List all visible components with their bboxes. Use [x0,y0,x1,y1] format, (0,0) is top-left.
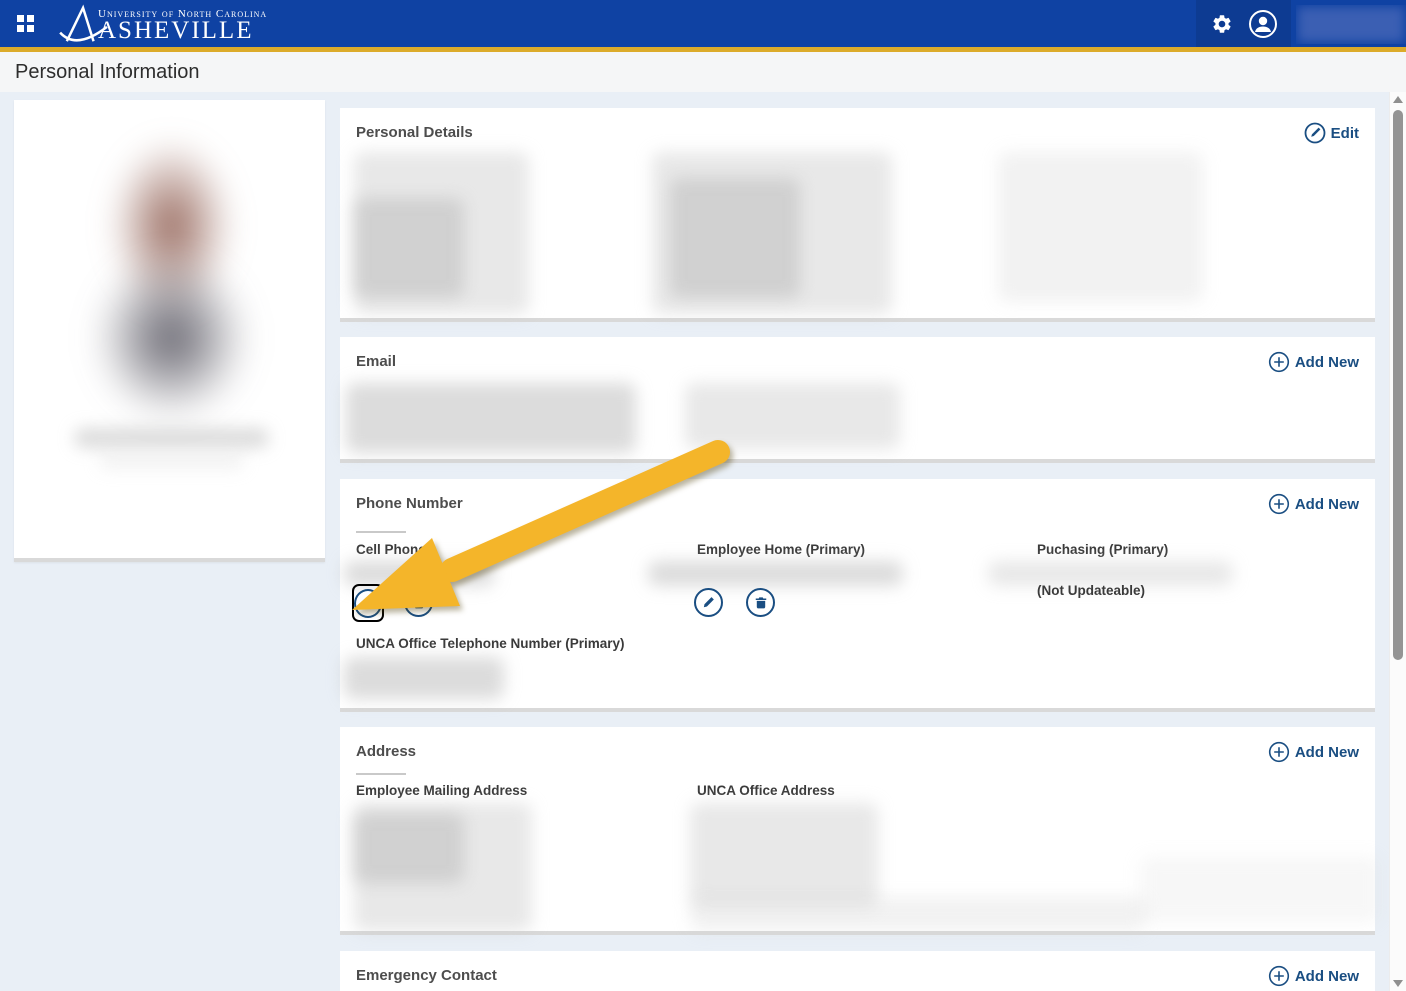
add-new-label: Add New [1295,968,1359,985]
redacted-phone-value [648,561,903,586]
section-title-personal-details: Personal Details [356,124,473,141]
app-window: University of North Carolina ASHEVILLE [0,0,1406,991]
redacted-field-group [998,152,1203,302]
redacted-name-line [74,428,269,448]
redacted-phone-value [344,657,504,699]
redacted-address [690,897,1145,931]
plus-circle-icon [1268,965,1290,987]
redacted-email [685,383,900,449]
section-divider [356,773,406,775]
section-title-emergency: Emergency Contact [356,967,497,984]
redacted-address [1140,857,1380,922]
trash-icon [412,596,426,610]
address-card: Address Add New Employee Mailing Address… [340,727,1375,935]
redacted-field-group [670,178,800,298]
section-title-email: Email [356,353,396,370]
unca-logo[interactable]: University of North Carolina ASHEVILLE [58,2,267,47]
address-label-office: UNCA Office Address [697,783,835,798]
edit-personal-details-button[interactable]: Edit [1304,122,1359,144]
vertical-scrollbar [1389,92,1406,991]
redacted-phone-value [344,561,494,586]
app-menu-button[interactable] [17,15,35,33]
redacted-address [354,813,464,883]
phone-label-unca-office: UNCA Office Telephone Number (Primary) [356,636,625,651]
redacted-email [346,383,636,453]
user-name-redacted [1296,5,1406,44]
trash-icon [754,596,768,610]
personal-details-card: Personal Details Edit [340,108,1375,322]
not-updateable-note: (Not Updateable) [1037,583,1145,598]
pencil-icon [361,596,376,611]
redacted-name-line [99,454,244,469]
plus-circle-icon [1268,741,1290,763]
unca-logo-text: University of North Carolina ASHEVILLE [98,8,267,41]
emergency-contact-card: Emergency Contact Add New [340,951,1375,991]
phone-label-puchasing: Puchasing (Primary) [1037,542,1168,557]
delete-cell-phone-button[interactable] [404,588,433,617]
profile-button[interactable] [1249,10,1277,38]
section-title-address: Address [356,743,416,760]
logo-line2: ASHEVILLE [98,20,267,41]
gear-icon [1211,13,1233,35]
focus-ring-cell-edit [352,584,384,622]
edit-home-phone-button[interactable] [694,588,723,617]
phone-label-home: Employee Home (Primary) [697,542,865,557]
phone-label-cell: Cell Phone [356,542,426,557]
add-new-label: Add New [1295,496,1359,513]
address-label-mailing: Employee Mailing Address [356,783,527,798]
pencil-circle-icon [1304,122,1326,144]
page-title: Personal Information [0,52,1406,92]
add-new-emergency-contact-button[interactable]: Add New [1268,965,1359,987]
settings-button[interactable] [1211,13,1233,35]
user-icon [1249,10,1277,38]
redacted-field-group [354,198,464,298]
scrollbar-thumb[interactable] [1393,110,1403,660]
section-divider [356,531,406,533]
edit-label: Edit [1331,125,1359,142]
edit-cell-phone-button[interactable] [354,589,382,618]
grid-icon [17,15,24,22]
delete-home-phone-button[interactable] [746,588,775,617]
redacted-photo-body [94,255,249,420]
profile-photo-card [14,100,325,562]
add-new-label: Add New [1295,744,1359,761]
add-new-address-button[interactable]: Add New [1268,741,1359,763]
topbar-icon-panel [1196,0,1291,47]
add-new-email-button[interactable]: Add New [1268,351,1359,373]
email-card: Email Add New [340,337,1375,463]
phone-number-card: Phone Number Add New Cell Phone Employee… [340,479,1375,712]
top-nav-bar: University of North Carolina ASHEVILLE [0,0,1406,52]
redacted-address [690,803,878,908]
scrollbar-up-arrow[interactable] [1393,96,1403,103]
page-title-bar: Personal Information [0,52,1406,92]
pencil-icon [701,595,716,610]
plus-circle-icon [1268,493,1290,515]
add-new-phone-button[interactable]: Add New [1268,493,1359,515]
plus-circle-icon [1268,351,1290,373]
add-new-label: Add New [1295,354,1359,371]
scrollbar-down-arrow[interactable] [1393,980,1403,987]
section-title-phone: Phone Number [356,495,463,512]
